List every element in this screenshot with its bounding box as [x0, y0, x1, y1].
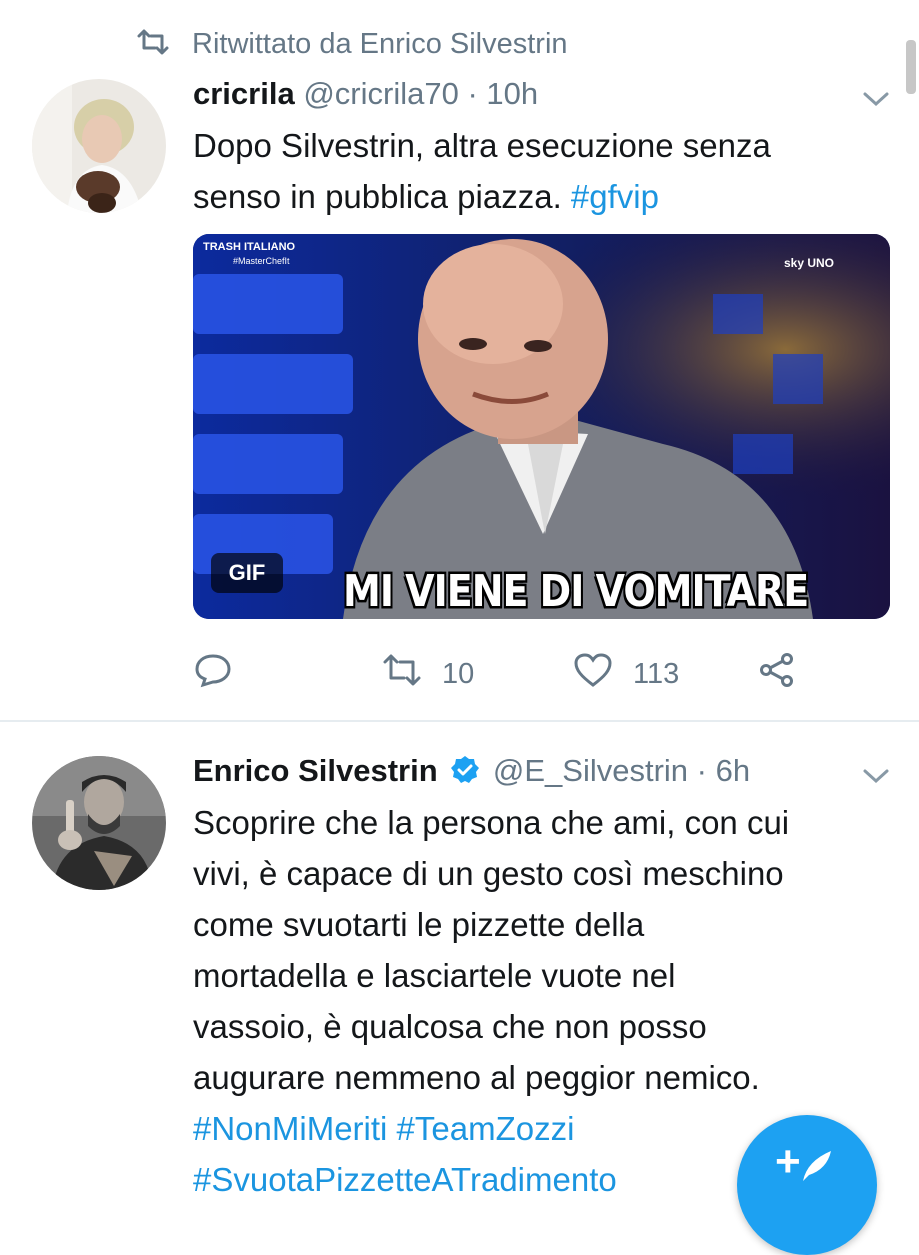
tweet-text-line: senso in pubblica piazza. #gfvip	[193, 171, 893, 222]
tweet-text-line: Dopo Silvestrin, altra esecuzione senza	[193, 127, 771, 164]
gif-badge: GIF	[211, 553, 283, 593]
feather-icon	[803, 1151, 831, 1181]
reply-icon	[193, 652, 233, 696]
avatar-cricrila[interactable]	[32, 79, 166, 213]
timestamp[interactable]: 6h	[716, 753, 750, 788]
logo-text: TRASH ITALIANO	[203, 241, 296, 253]
media-logo-sky-uno: sky UNO	[783, 256, 834, 270]
gif-caption: MI VIENE DI VOMITARE	[343, 565, 809, 617]
heart-icon	[573, 652, 613, 696]
verified-badge-icon	[450, 755, 480, 793]
tweet-text-line: vassoio, è qualcosa che non posso	[193, 1008, 707, 1045]
tweet2-header: Enrico Silvestrin @E_Silvestrin · 6h	[193, 753, 750, 793]
retweet-icon	[136, 27, 170, 62]
retweet-count: 10	[442, 657, 475, 690]
share-icon	[757, 652, 797, 696]
retweet-header: Ritwittato da Enrico Silvestrin	[136, 24, 568, 64]
reply-button[interactable]	[193, 652, 233, 696]
separator: ·	[467, 76, 478, 111]
chevron-down-icon	[862, 92, 890, 112]
timestamp[interactable]: 10h	[486, 76, 538, 111]
tweet-text-line: come svuotarti le pizzette della	[193, 906, 645, 943]
tweet-text-line: vivi, è capace di un gesto così meschino	[193, 855, 784, 892]
display-name[interactable]: Enrico Silvestrin	[193, 753, 438, 788]
hashtag-link[interactable]: #gfvip	[571, 178, 659, 215]
handle[interactable]: @E_Silvestrin	[493, 753, 688, 788]
share-button[interactable]	[757, 652, 797, 696]
tweet1-header: cricrila @cricrila70 · 10h	[193, 76, 538, 112]
tweet-text-line: mortadella e lasciartele vuote nel	[193, 957, 676, 994]
tweet-divider	[0, 720, 919, 722]
like-count: 113	[633, 657, 680, 690]
compose-tweet-button[interactable]: +	[737, 1115, 877, 1255]
tweet-text-line: augurare nemmeno al peggior nemico.	[193, 1059, 760, 1096]
retweet-button[interactable]: 10	[382, 652, 474, 696]
logo-subtext: #MasterChefIt	[233, 256, 290, 266]
handle[interactable]: @cricrila70	[303, 76, 459, 111]
display-name[interactable]: cricrila	[193, 76, 295, 111]
like-button[interactable]: 113	[573, 652, 679, 696]
tweet-text-span: senso in pubblica piazza.	[193, 178, 571, 215]
tweet1-text: Dopo Silvestrin, altra esecuzione senza …	[193, 120, 893, 222]
chevron-down-icon	[862, 769, 890, 789]
retweet-icon	[382, 652, 422, 696]
tweet-menu-chevron[interactable]	[862, 90, 890, 113]
tweet-menu-chevron[interactable]	[862, 767, 890, 790]
avatar-enrico-silvestrin[interactable]	[32, 756, 166, 890]
separator: ·	[696, 753, 707, 788]
tweet-text-line: Scoprire che la persona che ami, con cui	[193, 804, 790, 841]
media-logo-trash-italiano: TRASH ITALIANO #MasterChefIt	[203, 240, 295, 268]
scrollbar[interactable]	[906, 40, 916, 94]
retweet-header-text: Ritwittato da Enrico Silvestrin	[192, 27, 568, 60]
tweet-media-gif[interactable]: TRASH ITALIANO #MasterChefIt sky UNO GIF…	[193, 234, 890, 619]
